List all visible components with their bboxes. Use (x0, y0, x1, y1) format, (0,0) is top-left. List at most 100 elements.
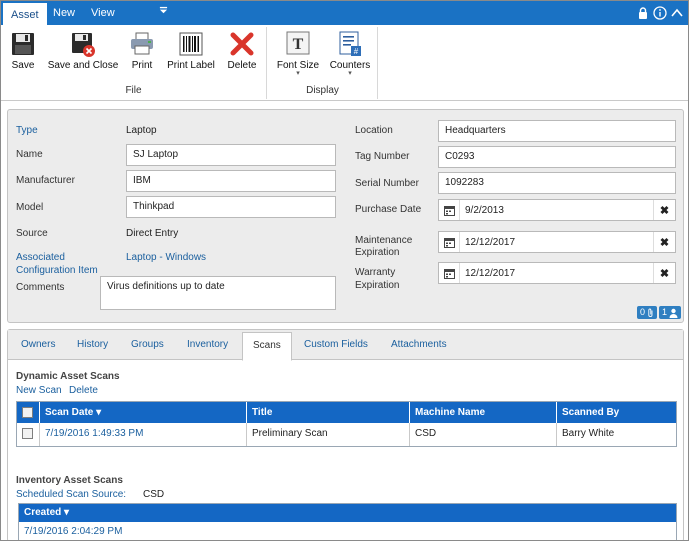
tag-number-field[interactable]: C0293 (438, 146, 676, 168)
location-label: Location (355, 125, 393, 136)
font-icon: T (286, 31, 310, 55)
name-label: Name (16, 149, 43, 160)
inventory-scans-heading: Inventory Asset Scans (16, 475, 123, 486)
table-row[interactable]: 7/19/2016 1:49:33 PM Preliminary Scan CS… (17, 423, 676, 446)
clear-purchase-date-icon[interactable]: ✖ (653, 200, 675, 220)
warranty-expiration-label-line2: Expiration (355, 280, 400, 291)
maintenance-expiration-value: 12/12/2017 (465, 237, 516, 248)
name-field[interactable]: SJ Laptop (126, 144, 336, 166)
tab-groups[interactable]: Groups (131, 339, 164, 350)
asset-window: Asset New View Save Save and Close Print… (0, 0, 689, 541)
select-all-checkbox[interactable] (22, 406, 33, 418)
file-group-label: File (125, 85, 142, 96)
row-checkbox[interactable] (22, 427, 33, 439)
menu-dropdown-icon[interactable] (159, 6, 168, 15)
dynamic-scans-grid: Scan Date ▾ Title Machine Name Scanned B… (16, 401, 677, 447)
delete-button[interactable]: Delete (223, 30, 261, 71)
display-group-label: Display (306, 85, 339, 96)
print-button[interactable]: Print (125, 30, 159, 71)
counters-dropdown-icon: ▾ (348, 70, 352, 77)
model-label: Model (16, 202, 44, 213)
menu-tab-asset[interactable]: Asset (3, 1, 47, 25)
col-scanned-by[interactable]: Scanned By (556, 402, 676, 423)
table-row[interactable]: 7/19/2016 2:04:29 PM (19, 522, 676, 540)
machine-name-cell: CSD (409, 423, 556, 446)
clear-maintenance-date-icon[interactable]: ✖ (653, 232, 675, 252)
scanned-by-cell: Barry White (556, 423, 676, 446)
scheduled-scan-source-link[interactable]: Scheduled Scan Source: (16, 489, 126, 500)
font-size-dropdown-icon: ▾ (296, 70, 300, 77)
file-group: Save Save and Close Print Print Label De… (1, 27, 267, 99)
type-value: Laptop (126, 125, 157, 136)
tab-inventory[interactable]: Inventory (187, 339, 228, 350)
purchase-date-field[interactable]: 9/2/2013 ✖ (438, 199, 676, 221)
serial-number-field[interactable]: 1092283 (438, 172, 676, 194)
col-machine-name[interactable]: Machine Name (409, 402, 556, 423)
associated-ci-label-line2[interactable]: Configuration Item (16, 265, 98, 276)
printer-icon (131, 32, 153, 55)
tab-scans[interactable]: Scans (242, 332, 292, 361)
tabs-panel: Owners History Groups Inventory Scans Cu… (7, 329, 684, 540)
save-and-close-label: Save and Close (47, 60, 119, 71)
delete-label: Delete (227, 60, 257, 71)
user-icon (669, 308, 678, 318)
attachments-badge[interactable]: 0 (636, 306, 657, 319)
created-cell[interactable]: 7/19/2016 2:04:29 PM (19, 522, 676, 540)
model-field[interactable]: Thinkpad (126, 196, 336, 218)
dynamic-scans-heading: Dynamic Asset Scans (16, 371, 120, 382)
counters-button[interactable]: # Counters ▾ (326, 30, 374, 77)
new-scan-link[interactable]: New Scan (16, 385, 62, 396)
tab-owners[interactable]: Owners (21, 339, 55, 350)
comments-textarea[interactable]: Virus definitions up to date (100, 276, 336, 310)
asset-details-panel: Type Laptop Name SJ Laptop Manufacturer … (7, 109, 684, 323)
save-button[interactable]: Save (7, 30, 39, 71)
font-size-button[interactable]: T Font Size ▾ (274, 30, 322, 77)
source-label: Source (16, 228, 48, 239)
calendar-icon[interactable] (439, 200, 460, 220)
col-scan-date[interactable]: Scan Date ▾ (39, 402, 246, 423)
type-label[interactable]: Type (16, 125, 38, 136)
manufacturer-label: Manufacturer (16, 175, 75, 186)
clear-warranty-date-icon[interactable]: ✖ (653, 263, 675, 283)
scan-date-cell[interactable]: 7/19/2016 1:49:33 PM (39, 423, 246, 446)
purchase-date-label: Purchase Date (355, 204, 422, 215)
warranty-expiration-value: 12/12/2017 (465, 268, 516, 279)
source-value: Direct Entry (126, 228, 179, 239)
delete-x-icon (230, 32, 254, 56)
calendar-icon[interactable] (439, 263, 460, 283)
window-controls (636, 4, 684, 22)
serial-number-label: Serial Number (355, 178, 419, 189)
svg-text:T: T (293, 36, 304, 53)
menu-tab-view[interactable]: View (83, 1, 123, 25)
location-field[interactable]: Headquarters (438, 120, 676, 142)
svg-text:#: # (354, 47, 359, 56)
manufacturer-field[interactable]: IBM (126, 170, 336, 192)
tab-history[interactable]: History (77, 339, 108, 350)
tab-attachments[interactable]: Attachments (391, 339, 447, 350)
maintenance-expiration-field[interactable]: 12/12/2017 ✖ (438, 231, 676, 253)
users-badge[interactable]: 1 (658, 306, 681, 319)
col-created[interactable]: Created ▾ (19, 504, 676, 522)
lock-icon[interactable] (636, 6, 650, 20)
save-and-close-button[interactable]: Save and Close (41, 30, 125, 71)
save-label: Save (11, 60, 35, 71)
print-label-button[interactable]: Print Label (161, 30, 221, 71)
menu-tab-new[interactable]: New (45, 1, 83, 25)
ribbon: Save Save and Close Print Print Label De… (1, 25, 688, 101)
calendar-icon[interactable] (439, 232, 460, 252)
associated-ci-value[interactable]: Laptop - Windows (126, 252, 206, 263)
tab-custom-fields[interactable]: Custom Fields (304, 339, 368, 350)
tab-bar: Owners History Groups Inventory Scans Cu… (8, 330, 683, 361)
associated-ci-label-line1[interactable]: Associated (16, 252, 65, 263)
users-count: 1 (661, 307, 667, 317)
row-select-cell[interactable] (17, 423, 39, 446)
col-title[interactable]: Title (246, 402, 409, 423)
delete-scan-link[interactable]: Delete (69, 385, 98, 396)
select-all-cell[interactable] (17, 402, 39, 423)
title-cell: Preliminary Scan (246, 423, 409, 446)
info-icon[interactable] (653, 6, 667, 20)
floppy-close-icon (72, 33, 95, 57)
warranty-expiration-field[interactable]: 12/12/2017 ✖ (438, 262, 676, 284)
collapse-icon[interactable] (670, 6, 684, 20)
barcode-icon (179, 32, 203, 56)
